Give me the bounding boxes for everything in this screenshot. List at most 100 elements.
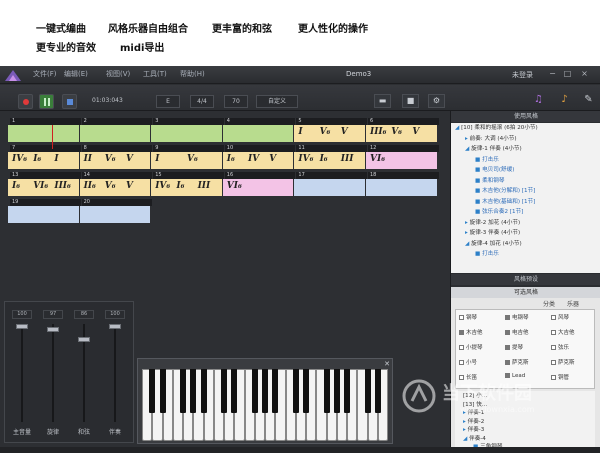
tab-instrument[interactable]: 乐器: [567, 299, 579, 308]
measure-body[interactable]: [79, 125, 151, 142]
measure-cell[interactable]: 19: [8, 199, 81, 224]
menu-tools[interactable]: 工具(T): [143, 69, 167, 79]
black-key[interactable]: [303, 369, 309, 413]
chord-label[interactable]: I: [298, 127, 302, 137]
instrument-option[interactable]: 小提琴: [459, 343, 483, 351]
black-key[interactable]: [221, 369, 227, 413]
chord-label[interactable]: II₆: [84, 181, 96, 191]
instrument-option[interactable]: 钢琴: [459, 313, 477, 321]
chord-label[interactable]: I₆: [227, 154, 235, 164]
piano-keys[interactable]: [142, 369, 388, 441]
measure-cell[interactable]: 18: [366, 172, 439, 197]
chord-label[interactable]: IV₆: [155, 181, 170, 191]
instrument-option[interactable]: 提琴: [505, 343, 523, 351]
option-checkbox[interactable]: [505, 330, 510, 335]
measure-cell[interactable]: 11 IV₆ I₆ III: [294, 145, 367, 170]
measure-body[interactable]: II V₆ V: [79, 152, 151, 169]
settings-icon[interactable]: ⚙: [428, 94, 445, 108]
measure-body[interactable]: [294, 179, 365, 196]
chord-label[interactable]: III: [198, 181, 211, 191]
measure-body[interactable]: VI₆: [222, 179, 294, 196]
tree-node[interactable]: ■ 打击乐: [475, 157, 499, 164]
tab-category[interactable]: 分类: [543, 299, 555, 308]
piano-close-icon[interactable]: ✕: [384, 360, 390, 368]
menu-help[interactable]: 帮助(H): [180, 69, 205, 79]
tree-node[interactable]: ◢ 旋律-1 伴奏 (4小节): [465, 146, 522, 153]
tree-node[interactable]: ▸ 前奏: 大调 (4小节): [465, 136, 517, 143]
score-icon[interactable]: ♪: [556, 92, 573, 107]
measure-body[interactable]: [151, 125, 222, 142]
channel-value[interactable]: 97: [43, 310, 63, 319]
tree-node[interactable]: ■ 柔和钢琴: [475, 178, 504, 185]
measure-body[interactable]: [366, 179, 437, 196]
chord-label[interactable]: V₆: [320, 127, 331, 137]
measure-cell[interactable]: 2: [79, 118, 153, 143]
instrument-option[interactable]: 木吉他: [459, 328, 483, 336]
tree-node[interactable]: ◢ 伴奏-4: [463, 436, 486, 443]
chord-label[interactable]: IV: [248, 154, 259, 164]
chord-label[interactable]: V₆: [105, 154, 116, 164]
measure-body[interactable]: IV₆ I₆ III: [151, 179, 222, 196]
chord-label[interactable]: I₆: [176, 181, 184, 191]
instrument-option[interactable]: 小号: [459, 358, 477, 366]
tempo-field[interactable]: 70: [224, 95, 248, 108]
playhead[interactable]: [52, 125, 53, 149]
chord-label[interactable]: V: [269, 154, 276, 164]
option-checkbox[interactable]: [459, 315, 464, 320]
tree-node[interactable]: ▸ 伴奏-3: [463, 427, 484, 434]
channel-slider-track[interactable]: [21, 324, 23, 422]
measure-body[interactable]: I V₆ V: [294, 125, 365, 142]
measure-cell[interactable]: 16 VI₆: [222, 172, 296, 197]
chord-label[interactable]: II: [84, 154, 92, 164]
measure-body[interactable]: [8, 125, 79, 142]
chord-label[interactable]: V: [126, 154, 133, 164]
tree-node[interactable]: ■ 打击乐: [475, 251, 499, 258]
black-key[interactable]: [149, 369, 156, 413]
measure-cell[interactable]: 4: [222, 118, 296, 143]
black-key[interactable]: [190, 369, 197, 413]
option-checkbox[interactable]: [551, 360, 556, 365]
measure-body[interactable]: [79, 206, 151, 223]
measure-body[interactable]: VI₆: [366, 152, 437, 169]
login-status[interactable]: 未登录: [512, 70, 533, 80]
channel-slider-knob[interactable]: [78, 336, 90, 342]
instrument-option[interactable]: 萨克斯: [505, 358, 529, 366]
chord-label[interactable]: I₆: [320, 154, 328, 164]
measure-cell[interactable]: 7 IV₆ I₆ I: [8, 145, 81, 170]
chord-label[interactable]: III₆: [370, 127, 387, 137]
tree-node[interactable]: ■ 木吉他(基础和) [1节]: [475, 199, 535, 206]
mic-icon[interactable]: ✎: [580, 92, 597, 107]
option-checkbox[interactable]: [551, 315, 556, 320]
black-key[interactable]: [200, 369, 207, 413]
channel-value[interactable]: 100: [105, 310, 125, 319]
measure-cell[interactable]: 13 I₆ VI₆ III₆: [8, 172, 81, 197]
play-button[interactable]: [39, 94, 54, 109]
channel-slider-track[interactable]: [114, 324, 116, 422]
menu-view[interactable]: 视图(V): [106, 69, 130, 79]
folder-icon[interactable]: ▬: [374, 94, 391, 108]
chord-label[interactable]: V₆: [105, 181, 116, 191]
record-button[interactable]: [18, 94, 33, 109]
measure-cell[interactable]: 6 III₆ V₆ V: [366, 118, 439, 143]
measure-cell[interactable]: 3: [151, 118, 224, 143]
black-key[interactable]: [333, 369, 340, 413]
black-key[interactable]: [262, 369, 268, 413]
measure-cell[interactable]: 9 I V₆: [151, 145, 224, 170]
measure-body[interactable]: IV₆ I₆ III: [294, 152, 365, 169]
measure-cell[interactable]: 20: [79, 199, 153, 224]
option-checkbox[interactable]: [505, 360, 510, 365]
chord-label[interactable]: I: [155, 154, 159, 164]
stop-button[interactable]: [62, 94, 77, 109]
instrument-option[interactable]: 电钢琴: [505, 313, 529, 321]
option-checkbox[interactable]: [505, 315, 510, 320]
option-checkbox[interactable]: [505, 345, 510, 350]
custom-button[interactable]: 自定义: [256, 95, 298, 108]
chord-label[interactable]: V: [341, 127, 348, 137]
instrument-option[interactable]: 电吉他: [505, 328, 529, 336]
channel-slider-knob[interactable]: [109, 324, 121, 329]
chord-label[interactable]: IV₆: [12, 154, 27, 164]
measure-body[interactable]: IV₆ I₆ I: [8, 152, 79, 169]
instrument-option[interactable]: 萨克斯: [551, 358, 575, 366]
black-key[interactable]: [323, 369, 330, 413]
black-key[interactable]: [374, 369, 381, 413]
